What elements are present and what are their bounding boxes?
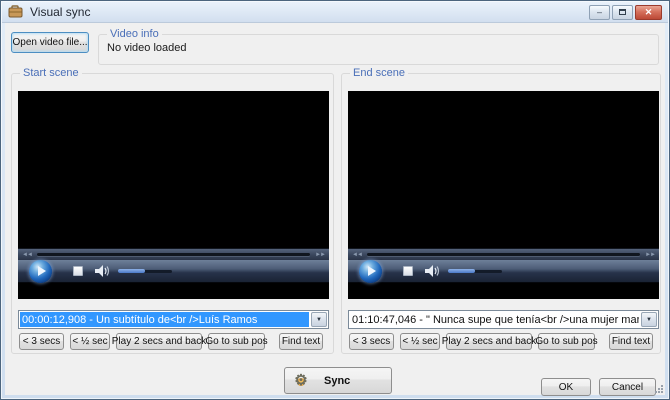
rewind-icon[interactable]: ◄◄ (22, 252, 33, 258)
end-play-2-secs-button[interactable]: Play 2 secs and back (442, 333, 536, 350)
start-go-to-sub-pos-button[interactable]: Go to sub pos (205, 333, 268, 350)
forward-icon[interactable]: ►► (315, 252, 326, 258)
minimize-button[interactable]: – (589, 4, 610, 20)
maximize-button[interactable] (612, 4, 633, 20)
start-subtitle-combo[interactable]: 00:00:12,908 - Un subtítulo de<br />Luís… (18, 310, 329, 329)
play-button[interactable] (29, 259, 52, 283)
volume-icon[interactable] (425, 265, 440, 277)
volume-icon[interactable] (95, 265, 110, 277)
start-back-3-secs-button[interactable]: < 3 secs (19, 333, 64, 350)
end-seek-row: ◄◄ ►► (348, 248, 659, 260)
sync-button-label: Sync (324, 374, 351, 387)
end-seek-bar[interactable] (366, 253, 641, 256)
sync-gear-icon: ⚙ (292, 372, 310, 390)
end-combo-dropdown-button[interactable]: ▼ (641, 312, 657, 327)
video-info-label: Video info (107, 28, 162, 41)
window-controls: – ✕ (589, 4, 662, 20)
video-info-status: No video loaded (107, 42, 187, 54)
start-seek-bar[interactable] (36, 253, 311, 256)
volume-fill (118, 268, 145, 273)
visual-sync-window: Visual sync – ✕ Open video file... Video… (0, 0, 670, 400)
end-subtitle-combo[interactable]: 01:10:47,046 - " Nunca supe que tenía<br… (348, 310, 659, 329)
stop-button[interactable] (73, 266, 83, 276)
play-icon (367, 266, 376, 276)
volume-fill (448, 268, 475, 273)
resize-grip[interactable] (653, 383, 664, 394)
maximize-icon (619, 9, 626, 15)
volume-slider[interactable] (118, 268, 172, 273)
stop-button[interactable] (403, 266, 413, 276)
open-video-file-button[interactable]: Open video file... (11, 32, 89, 53)
sync-button[interactable]: ⚙ Sync (284, 367, 392, 394)
window-title: Visual sync (30, 5, 91, 19)
end-subtitle-value: 01:10:47,046 - " Nunca supe que tenía<br… (352, 314, 639, 326)
start-play-2-secs-button[interactable]: Play 2 secs and back (112, 333, 206, 350)
end-back-3-secs-button[interactable]: < 3 secs (349, 333, 394, 350)
end-player-controls: ◄◄ ►► (348, 248, 659, 283)
titlebar[interactable]: Visual sync – ✕ (2, 2, 668, 23)
start-combo-dropdown-button[interactable]: ▼ (311, 312, 327, 327)
close-button[interactable]: ✕ (635, 4, 662, 20)
end-go-to-sub-pos-button[interactable]: Go to sub pos (535, 333, 598, 350)
end-back-half-sec-button[interactable]: < ½ sec (400, 333, 440, 350)
chevron-down-icon: ▼ (646, 316, 652, 323)
forward-icon[interactable]: ►► (645, 252, 656, 258)
start-find-text-button[interactable]: Find text (279, 333, 323, 350)
dialog-client-area: Open video file... Video info No video l… (5, 23, 665, 396)
end-video-player[interactable]: ◄◄ ►► (348, 91, 659, 299)
ok-button[interactable]: OK (541, 378, 591, 396)
app-icon (8, 5, 24, 19)
start-player-buttons (18, 259, 329, 283)
end-scene-group: End scene ◄◄ ►► 01:10:47,046 - " Nunca s… (341, 67, 661, 354)
end-player-buttons (348, 259, 659, 283)
minimize-icon: – (596, 6, 602, 17)
play-button[interactable] (359, 259, 382, 283)
start-subtitle-value: 00:00:12,908 - Un subtítulo de<br />Luís… (20, 312, 309, 327)
start-seek-row: ◄◄ ►► (18, 248, 329, 260)
rewind-icon[interactable]: ◄◄ (352, 252, 363, 258)
close-icon: ✕ (644, 6, 653, 17)
volume-slider[interactable] (448, 268, 502, 273)
start-video-player[interactable]: ◄◄ ►► (18, 91, 329, 299)
video-info-group: Video info No video loaded (98, 28, 659, 65)
end-scene-label: End scene (350, 67, 408, 80)
chevron-down-icon: ▼ (316, 316, 322, 323)
play-icon (37, 266, 46, 276)
cancel-button[interactable]: Cancel (599, 378, 656, 396)
start-scene-group: Start scene ◄◄ ►► 00:00:12,908 - Un subt… (11, 67, 334, 354)
end-find-text-button[interactable]: Find text (609, 333, 653, 350)
start-scene-label: Start scene (20, 67, 82, 80)
start-back-half-sec-button[interactable]: < ½ sec (70, 333, 110, 350)
start-player-controls: ◄◄ ►► (18, 248, 329, 283)
